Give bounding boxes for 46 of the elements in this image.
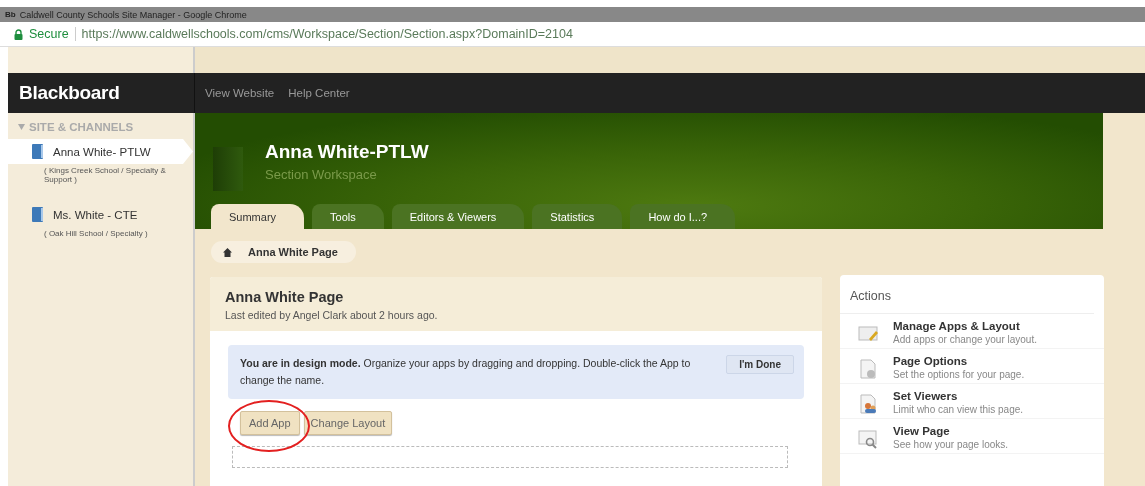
page-gear-icon	[858, 359, 879, 379]
edit-icon	[858, 324, 879, 344]
edited-note: Last edited by Angel Clark about 2 hours ago.	[225, 309, 439, 321]
action-title: Page Options	[893, 355, 969, 367]
favicon-icon: Bb	[5, 10, 16, 19]
sidebar-item[interactable]: Anna White- PTLW	[8, 139, 193, 164]
layout-button[interactable]: Change Layout	[303, 411, 393, 435]
action-title: View Page	[893, 425, 951, 437]
action-description: Add apps or change your layout.	[893, 334, 1037, 345]
sidebar-item[interactable]: Ms. White - CTE	[8, 202, 158, 227]
lock-icon	[14, 28, 23, 40]
notice-text: You are in design mode. Organize your apps by dragging and dropping. Double-click the App to change the name.	[240, 356, 692, 388]
action-title: Set Viewers	[893, 390, 959, 402]
action-title: Manage Apps & Layout	[893, 320, 1021, 332]
breadcrumb[interactable]: Anna White Page	[211, 241, 356, 263]
action-item[interactable]: Manage Apps & Layout Add apps or change your layout.	[840, 314, 1104, 349]
nav-link[interactable]: Help Center	[288, 87, 350, 99]
action-description: Limit who can view this page.	[893, 404, 1024, 415]
window-title: Caldwell County Schools Site Manager - Google Chrome	[19, 9, 247, 20]
page-title: Anna White Page	[225, 289, 345, 305]
secure-label: Secure	[29, 27, 69, 41]
tab[interactable]: Tools	[312, 204, 384, 229]
tab[interactable]: Statistics	[532, 204, 623, 229]
book-icon	[32, 207, 43, 222]
section-icon	[213, 147, 243, 191]
book-icon	[32, 144, 43, 159]
tab[interactable]: Summary	[211, 204, 305, 229]
workspace-subtitle: Section Workspace	[265, 167, 378, 182]
tab[interactable]: Editors & Viewers	[391, 204, 525, 229]
nav-link[interactable]: View Website	[205, 87, 275, 99]
tab[interactable]: How do I...?	[630, 204, 736, 229]
school-label: ( Oak Hill School / Specialty )	[43, 229, 149, 238]
layout-button[interactable]: Add App	[240, 411, 300, 435]
address-field[interactable]: https://www.caldwellschools.com/cms/Workspace/Section/Section.aspx?DomainID=2104	[81, 27, 573, 41]
school-label: ( Kings Creek School / Specialty & Support )	[43, 166, 167, 184]
action-item[interactable]: Set Viewers Limit who can view this page.	[840, 384, 1104, 419]
done-button[interactable]: I'm Done	[726, 355, 794, 374]
home-icon[interactable]	[223, 247, 232, 257]
action-description: Set the options for your page.	[893, 369, 1025, 380]
action-item[interactable]: Page Options Set the options for your page.	[840, 349, 1104, 384]
page-people-icon	[858, 394, 879, 414]
workspace-title: Anna White-PTLW	[265, 141, 429, 163]
action-description: See how your page looks.	[893, 439, 1009, 450]
action-item[interactable]: View Page See how your page looks.	[840, 419, 1104, 454]
actions-title: Actions	[840, 275, 1094, 314]
magnifier-icon	[858, 429, 879, 449]
